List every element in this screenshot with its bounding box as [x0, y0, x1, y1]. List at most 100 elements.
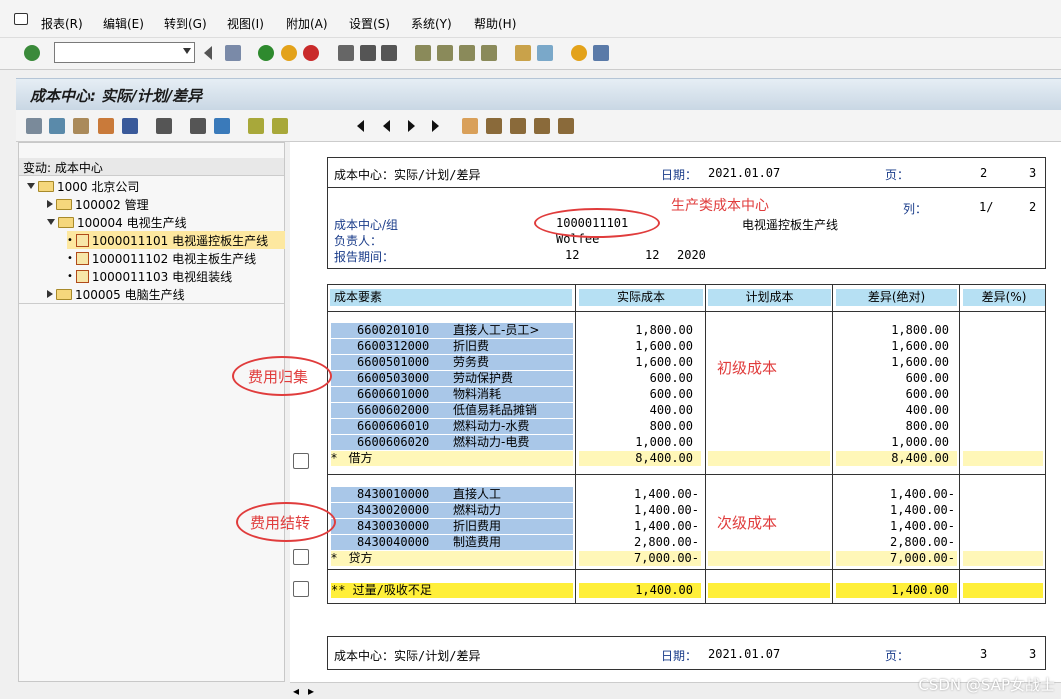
tree-expand-icon[interactable] [462, 118, 478, 134]
dropdown-arrow-icon[interactable] [183, 48, 191, 54]
shortcut-icon[interactable] [537, 45, 553, 61]
help-icon[interactable] [571, 45, 587, 61]
command-field[interactable] [54, 42, 195, 63]
header-divider [328, 187, 1045, 188]
total-variance: 1,400.00 [836, 583, 957, 598]
pages-value: 3 [1029, 166, 1037, 180]
tree-node-label: 100002 管理 [75, 197, 149, 212]
find-next-icon[interactable] [381, 45, 397, 61]
account-code: 6600606020 [331, 435, 451, 450]
tree-node-label: 100005 电脑生产线 [75, 287, 185, 302]
actual-cost: 400.00 [649, 403, 693, 417]
menu-goto[interactable]: 转到(G) [164, 15, 207, 32]
menu-settings[interactable]: 设置(S) [349, 15, 390, 32]
debit-sum-variance: 8,400.00 [836, 451, 957, 466]
page-title: 成本中心: 实际/计划/差异 [30, 87, 203, 105]
note-icon[interactable] [293, 581, 309, 597]
expand-down-icon[interactable] [47, 219, 55, 225]
info-icon[interactable] [122, 118, 138, 134]
tree-node-label: 100004 电视生产线 [77, 215, 187, 230]
annotation-secondary: 次级成本 [717, 514, 778, 532]
note-icon[interactable] [293, 453, 309, 469]
tree-node-1000011101[interactable]: • 1000011101 电视遥控板生产线 [67, 231, 285, 249]
prev-page-icon[interactable] [437, 45, 453, 61]
footer-date-value: 2021.01.07 [708, 647, 781, 661]
save-icon[interactable] [225, 45, 241, 61]
next-page-icon[interactable] [459, 45, 475, 61]
watermark: CSDN @SAP女战士 [918, 676, 1055, 694]
tree-node-100005[interactable]: 100005 电脑生产线 [47, 285, 185, 303]
first-icon[interactable] [357, 120, 364, 132]
expand-right-icon[interactable] [47, 290, 53, 298]
expand-right-icon[interactable] [47, 200, 53, 208]
column-icon[interactable] [307, 118, 339, 134]
actual-cost: 1,400.00- [633, 519, 699, 533]
filter-icon[interactable] [156, 118, 172, 134]
exit-icon[interactable] [281, 45, 297, 61]
tree-node-1000[interactable]: 1000 北京公司 [27, 177, 139, 195]
find-icon[interactable] [360, 45, 376, 61]
debit-sum-label: * 借方 [331, 451, 573, 466]
tree-prev-icon[interactable] [534, 118, 550, 134]
total-variance-pct [963, 583, 1043, 598]
spreadsheet-icon[interactable] [98, 118, 114, 134]
account-name: 劳动保护费 [451, 371, 573, 386]
actual-cost: 1,800.00 [635, 323, 693, 337]
account-code: 8430030000 [331, 519, 451, 534]
menu-edit[interactable]: 编辑(E) [103, 15, 144, 32]
expand-down-icon[interactable] [27, 183, 35, 189]
sort-asc-icon[interactable] [248, 118, 264, 134]
menu-icon[interactable] [14, 13, 28, 25]
layout-menu-icon[interactable] [593, 45, 609, 61]
actual-cost: 800.00 [649, 419, 693, 433]
scroll-right-icon[interactable]: ▸ [308, 684, 314, 698]
account-name: 燃料动力 [451, 503, 573, 518]
hierarchy-icon[interactable] [26, 118, 42, 134]
account-name: 物料消耗 [451, 387, 573, 402]
next-icon[interactable] [408, 120, 415, 132]
last-page-icon[interactable] [481, 45, 497, 61]
sort-desc-icon[interactable] [272, 118, 288, 134]
menu-extras[interactable]: 附加(A) [286, 15, 328, 32]
cost-center-icon [75, 251, 89, 265]
menu-report[interactable]: 报表(R) [41, 15, 83, 32]
select-icon[interactable] [190, 118, 206, 134]
period-label: 报告期间： [334, 250, 395, 264]
tree-node-icon[interactable] [510, 118, 526, 134]
period-year: 2020 [677, 248, 706, 262]
print-icon[interactable] [338, 45, 354, 61]
note-icon[interactable] [293, 549, 309, 565]
col-label: 列： [903, 202, 928, 216]
tree-next-icon[interactable] [558, 118, 574, 134]
scroll-left-icon[interactable]: ◂ [293, 684, 299, 698]
tree-node-100002[interactable]: 100002 管理 [47, 195, 149, 213]
last-icon[interactable] [432, 120, 439, 132]
enter-check-icon[interactable] [24, 45, 40, 61]
structure-icon[interactable] [73, 118, 89, 134]
cancel-icon[interactable] [303, 45, 319, 61]
back-icon[interactable] [258, 45, 274, 61]
first-page-icon[interactable] [415, 45, 431, 61]
actual-cost: 1,400.00- [633, 503, 699, 517]
tree-node-100004[interactable]: 100004 电视生产线 [47, 213, 187, 231]
columns-icon[interactable] [214, 118, 230, 134]
drilldown-icon[interactable] [49, 118, 65, 134]
col-header-variance-pct: 差异(%) [963, 289, 1045, 306]
menu-system[interactable]: 系统(Y) [411, 15, 452, 32]
actual-cost: 1,000.00 [635, 435, 693, 449]
menu-help[interactable]: 帮助(H) [474, 15, 516, 32]
prev-icon[interactable] [383, 120, 390, 132]
new-session-icon[interactable] [515, 45, 531, 61]
footer-pages-value: 3 [1029, 647, 1037, 661]
data-table: 成本要素 实际成本 计划成本 差异(绝对) 差异(%) 6600201010 直接… [327, 284, 1046, 604]
account-name: 燃料动力-水费 [451, 419, 573, 434]
debit-sum-variance-pct [963, 451, 1043, 466]
tree-node-1000011102[interactable]: • 1000011102 电视主板生产线 [67, 249, 256, 267]
period-from: 12 [565, 248, 580, 262]
back-arrow-icon[interactable] [204, 46, 212, 60]
tree-collapse-icon[interactable] [486, 118, 502, 134]
footer-page-label: 页： [885, 649, 910, 663]
menu-view[interactable]: 视图(I) [227, 15, 264, 32]
tree-node-1000011103[interactable]: • 1000011103 电视组装线 [67, 267, 232, 285]
footer-page-value: 3 [980, 647, 988, 661]
